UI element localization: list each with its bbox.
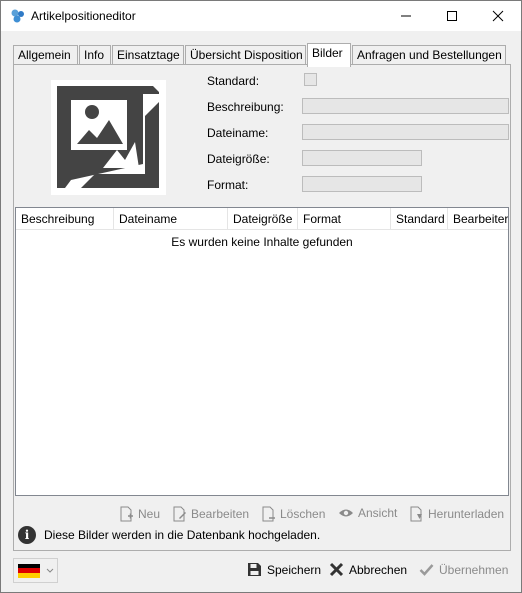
download-document-icon — [410, 506, 422, 522]
tab-info[interactable]: Info — [79, 45, 111, 65]
ansicht-label: Ansicht — [358, 506, 398, 520]
neu-button[interactable]: Neu — [120, 506, 160, 522]
loeschen-button[interactable]: Löschen — [262, 506, 325, 522]
format-label: Format: — [207, 178, 249, 192]
checkmark-icon — [419, 564, 434, 576]
speichern-button[interactable]: Speichern — [247, 562, 321, 577]
dateigroesse-field[interactable] — [302, 150, 422, 166]
language-selector[interactable] — [13, 558, 58, 583]
uebernehmen-button[interactable]: Übernehmen — [419, 562, 508, 577]
window-title: Artikelpositioneditor — [31, 9, 136, 23]
beschreibung-label: Beschreibung: — [207, 100, 284, 114]
images-table[interactable]: Beschreibung Dateiname Dateigröße Format… — [15, 207, 509, 496]
close-button[interactable] — [475, 1, 521, 31]
tab-bilder[interactable]: Bilder — [307, 43, 351, 67]
column-header-beschreibung[interactable]: Beschreibung — [16, 208, 114, 230]
speichern-label: Speichern — [267, 562, 322, 577]
eye-icon — [339, 509, 353, 517]
column-header-dateiname[interactable]: Dateiname — [114, 208, 228, 230]
title-bar[interactable]: Artikelpositioneditor — [1, 1, 521, 31]
neu-label: Neu — [138, 507, 161, 521]
info-message: i Diese Bilder werden in die Datenbank h… — [18, 526, 320, 544]
herunterladen-button[interactable]: Herunterladen — [410, 506, 504, 522]
beschreibung-field[interactable] — [302, 98, 509, 114]
tab-einsatztage[interactable]: Einsatztage — [112, 45, 184, 65]
bilder-panel: Standard: Beschreibung: Dateiname: Datei… — [13, 64, 511, 551]
window: Artikelpositioneditor Allgemein Info Ein… — [0, 0, 522, 593]
info-icon: i — [18, 526, 36, 544]
maximize-icon — [447, 11, 457, 21]
minimize-icon — [401, 15, 411, 17]
chevron-down-icon — [46, 568, 54, 573]
herunterladen-label: Herunterladen — [428, 507, 505, 521]
tab-uebersicht-disposition[interactable]: Übersicht Disposition — [185, 45, 306, 65]
ansicht-button[interactable]: Ansicht — [338, 506, 397, 520]
maximize-button[interactable] — [429, 1, 475, 31]
delete-document-icon — [262, 506, 275, 522]
close-icon — [492, 10, 504, 22]
app-icon — [11, 9, 24, 23]
new-document-icon — [120, 506, 133, 522]
image-preview — [51, 80, 166, 195]
empty-message: Es wurden keine Inhalte gefunden — [171, 235, 353, 249]
standard-label: Standard: — [207, 74, 260, 88]
uebernehmen-label: Übernehmen — [439, 562, 509, 577]
column-header-format[interactable]: Format — [298, 208, 391, 230]
tab-anfragen-und-bestellungen[interactable]: Anfragen und Bestellungen — [352, 45, 506, 65]
standard-checkbox[interactable] — [304, 73, 317, 86]
minimize-button[interactable] — [383, 1, 429, 31]
column-header-standard[interactable]: Standard — [391, 208, 448, 230]
german-flag-icon — [18, 563, 40, 578]
format-field[interactable] — [302, 176, 422, 192]
abbrechen-label: Abbrechen — [349, 562, 408, 577]
abbrechen-button[interactable]: Abbrechen — [329, 562, 407, 577]
column-header-bearbeiter[interactable]: Bearbeiter — [448, 208, 508, 230]
loeschen-label: Löschen — [280, 507, 326, 521]
bearbeiten-label: Bearbeiten — [191, 507, 250, 521]
cancel-x-icon — [329, 562, 344, 577]
column-header-dateigroesse[interactable]: Dateigröße — [228, 208, 298, 230]
image-placeholder-icon — [57, 86, 159, 188]
edit-document-icon — [173, 506, 186, 522]
dateigroesse-label: Dateigröße: — [207, 152, 270, 166]
tab-allgemein[interactable]: Allgemein — [13, 45, 78, 65]
info-text: Diese Bilder werden in die Datenbank hoc… — [44, 528, 321, 542]
save-icon — [248, 563, 261, 576]
bearbeiten-button[interactable]: Bearbeiten — [173, 506, 249, 522]
dateiname-field[interactable] — [302, 124, 509, 140]
dateiname-label: Dateiname: — [207, 126, 269, 140]
